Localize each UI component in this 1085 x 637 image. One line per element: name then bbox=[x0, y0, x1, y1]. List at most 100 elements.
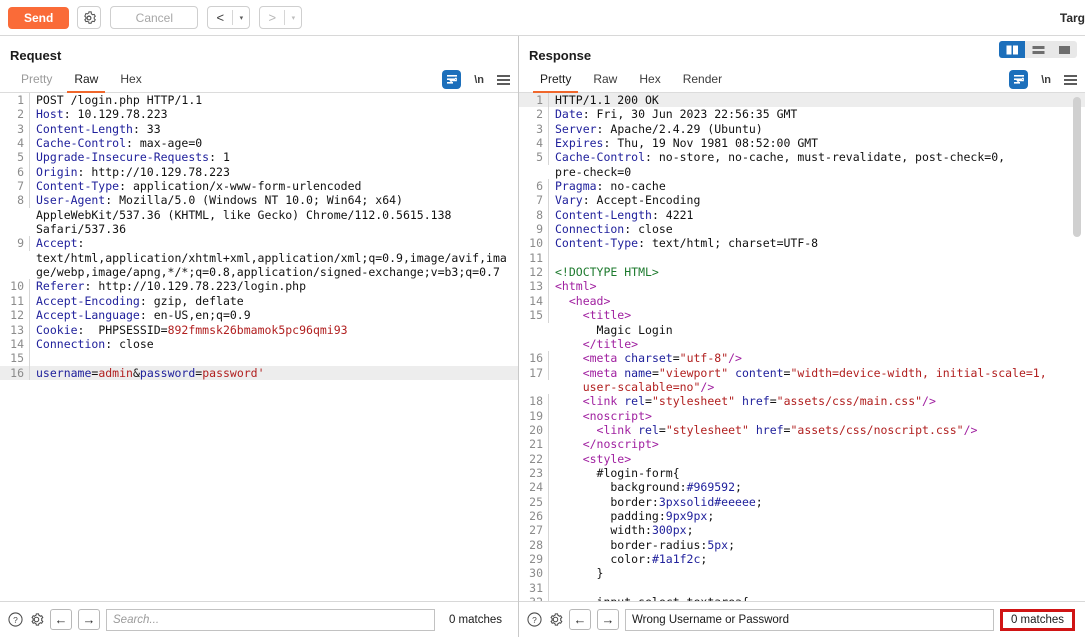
send-button[interactable]: Send bbox=[8, 6, 70, 29]
code-line: 8 Content-Length: 4221 bbox=[519, 207, 1085, 223]
line-text: Expires: Thu, 19 Nov 1981 08:52:00 GMT bbox=[555, 136, 819, 151]
line-number: 5 bbox=[0, 150, 30, 165]
line-number: 6 bbox=[0, 164, 30, 180]
line-number: 22 bbox=[519, 451, 549, 466]
line-text: background:#969592; bbox=[555, 480, 742, 495]
line-text: Origin: http://10.129.78.223 bbox=[36, 164, 230, 179]
chevron-down-icon[interactable]: ▾ bbox=[285, 7, 301, 28]
line-text: </title> bbox=[555, 336, 639, 351]
line-text: AppleWebKit/537.36 (KHTML, like Gecko) C… bbox=[36, 207, 452, 222]
code-line: 7 Content-Type: application/x-www-form-ur… bbox=[0, 179, 518, 194]
search-settings-gear-icon[interactable] bbox=[29, 612, 44, 627]
line-number: 14 bbox=[519, 293, 549, 309]
request-pane: Request Pretty Raw Hex \n 1 POST /login.… bbox=[0, 36, 518, 637]
code-line: 8 User-Agent: Mozilla/5.0 (Windows NT 10.… bbox=[0, 193, 518, 208]
code-line: 16 username=admin&password=password' bbox=[0, 365, 518, 380]
newline-toggle[interactable]: \n bbox=[1041, 74, 1051, 86]
response-editor[interactable]: 1 HTTP/1.1 200 OK 2 Date: Fri, 30 Jun 2023 … bbox=[519, 93, 1085, 601]
tab-response-raw[interactable]: Raw bbox=[582, 72, 628, 92]
request-search-bar: ? ← → 0 matches bbox=[0, 601, 518, 637]
tab-response-pretty[interactable]: Pretty bbox=[529, 72, 582, 93]
line-number: 1 bbox=[0, 93, 30, 108]
line-text: Magic Login bbox=[555, 322, 673, 337]
line-number: 15 bbox=[0, 351, 30, 366]
search-prev-button[interactable]: ← bbox=[569, 609, 591, 630]
tab-request-raw[interactable]: Raw bbox=[63, 72, 109, 93]
next-request-button[interactable]: > ▾ bbox=[259, 6, 303, 29]
editor-panes: Request Pretty Raw Hex \n 1 POST /login.… bbox=[0, 36, 1085, 637]
hamburger-menu-icon[interactable] bbox=[497, 74, 510, 85]
word-wrap-icon[interactable] bbox=[1009, 70, 1029, 89]
response-scrollbar-thumb[interactable] bbox=[1073, 97, 1081, 237]
side-by-side-layout-button[interactable] bbox=[999, 41, 1025, 58]
hamburger-menu-icon[interactable] bbox=[1064, 74, 1077, 85]
line-text: Content-Type: application/x-www-form-url… bbox=[36, 179, 362, 194]
line-number: 3 bbox=[519, 121, 549, 137]
code-line: 0 </title> bbox=[519, 337, 1085, 351]
line-number: 20 bbox=[519, 422, 549, 438]
line-text: Cache-Control: no-store, no-cache, must-… bbox=[555, 150, 1006, 165]
tab-request-pretty[interactable]: Pretty bbox=[10, 72, 63, 92]
help-icon[interactable]: ? bbox=[8, 612, 23, 627]
code-line: 12 <!DOCTYPE HTML> bbox=[519, 265, 1085, 280]
line-text: Safari/537.36 bbox=[36, 222, 127, 237]
request-code-content: 1 POST /login.php HTTP/1.1 2 Host: 10.129.7… bbox=[0, 93, 518, 380]
code-line: 0text/html,application/xhtml+xml,applica… bbox=[0, 251, 518, 265]
line-text: padding:9px9px; bbox=[555, 508, 715, 523]
line-text: <noscript> bbox=[555, 408, 652, 423]
code-line: 26 padding:9px9px; bbox=[519, 508, 1085, 524]
tab-response-hex[interactable]: Hex bbox=[628, 72, 671, 92]
request-search-input[interactable] bbox=[106, 608, 435, 631]
line-text: Cache-Control: max-age=0 bbox=[36, 136, 203, 151]
code-line: 0 user-scalable=no"/> bbox=[519, 380, 1085, 394]
prev-request-button[interactable]: < ▾ bbox=[207, 6, 251, 29]
search-next-button[interactable]: → bbox=[78, 609, 100, 630]
code-line: 22 <style> bbox=[519, 451, 1085, 466]
tab-request-hex[interactable]: Hex bbox=[109, 72, 152, 92]
line-number: 31 bbox=[519, 580, 549, 596]
search-next-button[interactable]: → bbox=[597, 609, 619, 630]
response-search-input[interactable] bbox=[625, 608, 994, 631]
line-number: 7 bbox=[519, 193, 549, 208]
code-line: 31 bbox=[519, 580, 1085, 596]
code-line: 24 background:#969592; bbox=[519, 480, 1085, 495]
search-prev-button[interactable]: ← bbox=[50, 609, 72, 630]
request-editor[interactable]: 1 POST /login.php HTTP/1.1 2 Host: 10.129.7… bbox=[0, 93, 518, 601]
line-number: 2 bbox=[0, 107, 30, 122]
newline-toggle[interactable]: \n bbox=[474, 74, 484, 86]
line-text: color:#1a1f2c; bbox=[555, 552, 708, 566]
target-label: Targ bbox=[1059, 11, 1085, 25]
line-number: 25 bbox=[519, 494, 549, 509]
line-text: input,select,textarea{ bbox=[549, 595, 749, 601]
word-wrap-icon[interactable] bbox=[442, 70, 462, 89]
line-number: 4 bbox=[519, 136, 549, 151]
search-settings-gear-icon[interactable] bbox=[548, 612, 563, 627]
code-line: 32 input,select,textarea{ bbox=[519, 595, 1085, 601]
word-wrap-glyph bbox=[446, 75, 457, 84]
help-icon[interactable]: ? bbox=[527, 612, 542, 627]
stacked-layout-button[interactable] bbox=[1025, 41, 1051, 58]
code-line: 14 Connection: close bbox=[0, 336, 518, 352]
tab-response-render[interactable]: Render bbox=[672, 72, 733, 92]
cancel-button[interactable]: Cancel bbox=[110, 6, 199, 29]
request-settings-button[interactable] bbox=[77, 6, 102, 29]
code-line: 11 Accept-Encoding: gzip, deflate bbox=[0, 293, 518, 309]
line-number: 11 bbox=[0, 293, 30, 309]
line-number: 11 bbox=[519, 250, 549, 266]
line-number: 18 bbox=[519, 394, 549, 409]
code-line: 15 <title> bbox=[519, 308, 1085, 323]
code-line: 23 #login-form{ bbox=[519, 465, 1085, 481]
code-line: 15 bbox=[0, 351, 518, 366]
line-text: Content-Length: 4221 bbox=[555, 207, 694, 222]
single-pane-layout-button[interactable] bbox=[1051, 41, 1077, 58]
chevron-down-icon[interactable]: ▾ bbox=[233, 7, 249, 28]
line-text: Upgrade-Insecure-Requests: 1 bbox=[36, 150, 230, 165]
response-pane: Response Pretty Raw Hex Render \n 1 HTTP… bbox=[519, 36, 1085, 637]
line-number: 28 bbox=[519, 537, 549, 552]
line-number: 8 bbox=[0, 193, 30, 208]
target-label-container: Targ bbox=[1060, 0, 1085, 36]
code-line: 1 HTTP/1.1 200 OK bbox=[519, 93, 1085, 108]
line-text: <link rel="stylesheet" href="assets/css/… bbox=[555, 422, 978, 437]
code-line: 25 border:3pxsolid#eeeee; bbox=[519, 494, 1085, 509]
single-pane-icon bbox=[1058, 45, 1070, 54]
